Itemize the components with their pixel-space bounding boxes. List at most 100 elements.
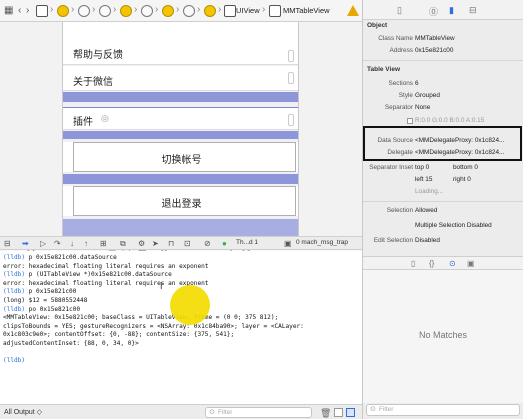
field-label: Edit Selection bbox=[373, 237, 413, 244]
breakpoints-icon[interactable]: ➡ bbox=[22, 239, 29, 249]
view-debugger-canvas[interactable]: 帮助与反馈 关于微信 插件 ◎ 切换帐号 退出登录 ▭ ▢ ▤ bbox=[0, 22, 362, 258]
lldb-prompt: (lldb) bbox=[3, 288, 26, 296]
library-filter-input[interactable]: ⊙ Filter bbox=[366, 404, 520, 416]
view-icon[interactable] bbox=[183, 5, 195, 17]
crumb-tableview[interactable]: MMTableView bbox=[283, 6, 330, 15]
console-output-line: error: hexadecimal floating literal requ… bbox=[3, 262, 209, 270]
debug-console[interactable]: (lldb) p 0x15e821c00.dataSource error: h… bbox=[0, 251, 362, 404]
lldb-prompt: (lldb) bbox=[3, 254, 26, 261]
inset-left-value: left 15 bbox=[415, 176, 433, 183]
step-over-icon[interactable]: ↷ bbox=[54, 239, 61, 249]
split-left-icon[interactable] bbox=[334, 408, 343, 417]
console-command-line: (lldb) bbox=[3, 357, 25, 364]
uiview-icon[interactable] bbox=[224, 5, 236, 17]
plugin-icon: ◎ bbox=[101, 113, 109, 123]
screenshot-icon[interactable]: ⊡ bbox=[184, 239, 191, 249]
inspector-pane: ▯ ⓪ ▮ ⊟ Object Class Name MMTableView Ad… bbox=[363, 0, 523, 419]
memory-graph-icon[interactable]: ⧉ bbox=[120, 239, 126, 249]
hide-console-icon[interactable]: ⊟ bbox=[4, 239, 11, 249]
chevron-right-icon: › bbox=[176, 4, 180, 15]
file-template-icon[interactable]: ▯ bbox=[411, 259, 415, 268]
warning-triangle-icon[interactable] bbox=[347, 5, 359, 16]
view-controller-icon[interactable] bbox=[57, 5, 69, 17]
split-right-icon[interactable] bbox=[346, 408, 355, 417]
filter-icon: ⊙ bbox=[209, 409, 215, 416]
logout-cell[interactable]: 退出登录 bbox=[63, 186, 298, 216]
view-icon[interactable] bbox=[99, 5, 111, 17]
console-output[interactable]: (lldb) p 0x15e821c00.dataSource error: h… bbox=[3, 254, 304, 366]
continue-icon[interactable]: ▷ bbox=[40, 239, 46, 249]
switch-account-cell[interactable]: 切换帐号 bbox=[63, 142, 298, 172]
field-label: Class Name bbox=[378, 35, 413, 42]
chevron-left-icon[interactable]: ‹ bbox=[18, 5, 21, 17]
thread-selector[interactable]: Th...d 1 bbox=[236, 239, 258, 246]
console-command-line: (lldb) p 0x15e821c00 bbox=[3, 288, 77, 296]
chevron-right-icon[interactable]: › bbox=[26, 5, 29, 17]
stack-frame-icon: ▣ bbox=[284, 239, 292, 248]
controller-icon[interactable] bbox=[162, 5, 174, 17]
console-output-line: 0x1c803c9e0>; contentOffset: {0, -88}; c… bbox=[3, 331, 235, 339]
frame-icon[interactable]: ⊓ bbox=[168, 239, 174, 249]
chevron-right-icon: › bbox=[134, 4, 138, 15]
media-library-icon[interactable]: ▣ bbox=[467, 259, 475, 268]
switch-account-label: 切换帐号 bbox=[161, 155, 202, 166]
chevron-right-icon bbox=[288, 50, 294, 62]
console-output-line: (long) $12 = 5880552448 bbox=[3, 296, 88, 304]
view-icon[interactable] bbox=[141, 5, 153, 17]
help-icon[interactable]: ⓪ bbox=[429, 5, 438, 18]
divider bbox=[363, 201, 523, 202]
app-icon[interactable] bbox=[36, 5, 48, 17]
console-output-line: <MMTableView: 0x15e821c00; baseClass = U… bbox=[3, 314, 279, 322]
simulate-location-icon[interactable]: ➤ bbox=[152, 239, 159, 249]
object-inspector-icon[interactable]: ▮ bbox=[449, 5, 454, 16]
controller-icon[interactable] bbox=[204, 5, 216, 17]
console-output-line: clipsToBounds = YES; gestureRecognizers … bbox=[3, 322, 304, 330]
console-filter-input[interactable]: ⊙ Filter bbox=[205, 407, 312, 418]
chevron-right-icon: › bbox=[262, 4, 266, 15]
separator-value: None bbox=[415, 104, 431, 111]
row-label: 插件 bbox=[73, 117, 93, 128]
size-inspector-icon[interactable]: ⊟ bbox=[469, 5, 477, 16]
separator-color-value: R:0.0 G:0.0 B:0.0 A:0.15 bbox=[415, 117, 485, 124]
filter-placeholder: Filter bbox=[379, 406, 394, 413]
trash-icon[interactable]: 🗑 bbox=[320, 408, 331, 418]
step-in-icon[interactable]: ↓ bbox=[70, 239, 74, 249]
controller-icon[interactable] bbox=[120, 5, 132, 17]
console-command-line: (lldb) po 0x15e821c00 bbox=[3, 305, 81, 313]
app-process-icon[interactable]: ● bbox=[222, 239, 227, 249]
no-matches-label: No Matches bbox=[418, 330, 468, 340]
chevron-right-icon bbox=[288, 114, 294, 126]
section-title: Object bbox=[367, 22, 388, 29]
console-output-line: error: hexadecimal floating literal requ… bbox=[3, 279, 209, 287]
filter-placeholder: Filter bbox=[218, 409, 233, 416]
object-library-icon[interactable]: ⊙ bbox=[449, 259, 456, 268]
step-out-icon[interactable]: ↑ bbox=[84, 239, 88, 249]
jump-bar: ▦ ‹ › › › › › › › › › › UIView › MMTable… bbox=[0, 0, 362, 22]
table-row[interactable]: 关于微信 bbox=[63, 66, 298, 91]
output-selector[interactable]: All Output ◇ bbox=[4, 408, 42, 416]
view-hierarchy-icon[interactable]: ⊞ bbox=[100, 239, 107, 249]
section-separator bbox=[63, 174, 298, 184]
library-list: No Matches bbox=[363, 270, 523, 403]
device-top bbox=[62, 22, 299, 44]
window-icon[interactable] bbox=[78, 5, 90, 17]
environment-icon[interactable]: ⚙ bbox=[138, 239, 145, 249]
file-icon[interactable]: ▯ bbox=[397, 5, 402, 16]
grid-icon[interactable]: ▦ bbox=[4, 5, 13, 17]
table-row[interactable]: 插件 ◎ bbox=[63, 108, 298, 130]
fold-icon[interactable]: ⊘ bbox=[204, 239, 211, 249]
selection-value: Allowed bbox=[415, 207, 438, 214]
stack-frame-label[interactable]: 0 mach_msg_trap bbox=[296, 239, 348, 246]
inset-right-value: right 0 bbox=[453, 176, 471, 183]
table-row[interactable]: 帮助与反馈 bbox=[63, 44, 298, 65]
sections-value: 6 bbox=[415, 80, 419, 87]
inspector-tabs: ▯ ⓪ ▮ ⊟ bbox=[363, 0, 523, 20]
tableview-icon[interactable] bbox=[269, 5, 281, 17]
inset-bottom-value: bottom 0 bbox=[453, 164, 478, 171]
chevron-right-icon: › bbox=[113, 4, 117, 15]
console-output-line: adjustedContentInset: {88, 0, 34, 0}> bbox=[3, 339, 139, 347]
crumb-uiview[interactable]: UIView bbox=[236, 6, 260, 15]
datasource-value: <MMDelegateProxy: 0x1c824... bbox=[415, 137, 505, 144]
code-snippet-icon[interactable]: {} bbox=[429, 259, 434, 268]
chevron-right-icon bbox=[288, 72, 294, 84]
